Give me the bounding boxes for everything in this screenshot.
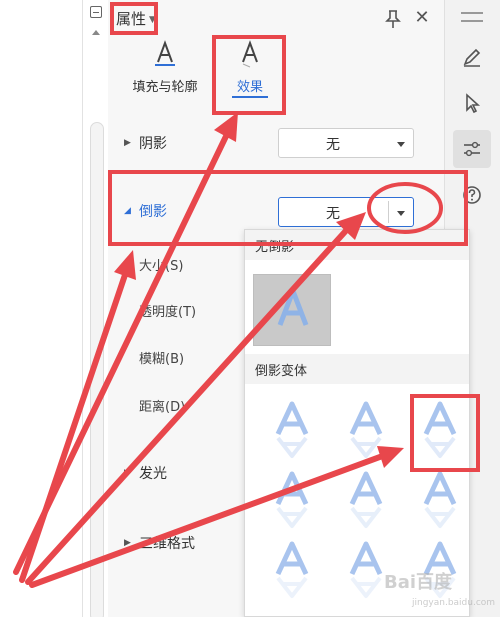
tab-label: 效果 [236,80,263,95]
help-button[interactable] [453,176,491,214]
reflection-variant-option[interactable] [337,468,395,530]
pen-icon [463,48,481,67]
select-divider [388,201,389,223]
pin-icon[interactable] [384,9,402,29]
select-value: 无 [326,137,340,153]
panel-title: 属性 [116,10,147,28]
reflection-variant-option[interactable] [411,398,469,460]
scrollbar-thumb[interactable] [90,122,104,617]
collapse-icon[interactable] [90,6,102,18]
section-label: 倒影 [139,204,167,220]
reflection-size: 大小(S) [139,259,184,274]
reflected-letter-icon [275,401,309,458]
no-reflection-option[interactable] [253,274,331,346]
reflection-transparency: 透明度(T) [139,305,197,320]
reflected-letter-icon [349,401,383,458]
fill-outline-icon [155,40,175,66]
shadow-select[interactable]: 无 [278,128,414,158]
section-label: 三维格式 [139,536,195,552]
no-reflection-header: 无倒影 [245,230,469,260]
reflection-variant-option[interactable] [263,468,321,530]
properties-button[interactable] [453,130,491,168]
tab-fill-and-outline[interactable]: 填充与轮廓 [120,38,210,104]
reflection-variant-option[interactable] [337,398,395,460]
reflection-distance: 距离(D) [139,400,186,415]
reflection-variant-option[interactable] [263,398,321,460]
reflected-letter-icon [275,541,309,598]
reflection-dropdown: 无倒影 倒影变体 [244,229,470,617]
section-label: 阴影 [139,136,167,152]
toolbar-grip-icon [461,12,483,22]
reflected-letter-icon [423,471,457,528]
reflection-blur: 模糊(B) [139,352,185,367]
section-header-label: 倒影变体 [255,364,308,379]
section-label: 发光 [139,466,167,482]
chevron-down-icon [397,142,405,147]
close-icon[interactable]: ✕ [413,9,431,27]
watermark-logo: Bai百度 [384,572,453,593]
section-header-label: 无倒影 [255,240,295,255]
tab-effects[interactable]: 效果 [210,38,290,104]
collapse-arrow-icon: ◢ [124,206,131,216]
pen-button[interactable] [453,38,491,76]
select-value: 无 [326,206,340,222]
section-shadow[interactable]: ▶ 阴影 无 [108,128,444,158]
reflection-variant-option[interactable] [411,468,469,530]
chevron-down-icon[interactable] [397,211,405,216]
panel-header: 属性 ▼ ✕ [108,0,444,40]
expand-arrow-icon: ▶ [124,468,131,478]
sliders-icon [464,141,480,157]
reflection-select[interactable]: 无 [278,197,414,227]
reflection-variant-option[interactable] [263,538,321,600]
cursor-icon [466,93,481,114]
watermark-url: jingyan.baidu.com [412,598,496,608]
reflection-variants-header: 倒影变体 [245,354,469,384]
expand-arrow-icon: ▶ [124,538,131,548]
help-icon [463,186,481,204]
document-gutter [0,0,108,617]
chevron-down-icon: ▼ [149,14,156,25]
reflected-letter-icon [275,471,309,528]
active-tab-indicator [232,96,268,98]
panel-title-dropdown[interactable]: 属性 ▼ [116,8,156,29]
effects-icon [242,40,258,68]
gutter-divider [82,0,83,617]
reflected-letter-icon [423,401,457,458]
letter-a-icon [277,288,309,326]
section-reflection[interactable]: ◢ 倒影 无 [108,196,444,227]
scroll-up-icon[interactable] [92,30,100,35]
tab-label: 填充与轮廓 [132,80,198,95]
expand-arrow-icon: ▶ [124,138,131,148]
select-tool-button[interactable] [453,84,491,122]
reflected-letter-icon [349,471,383,528]
